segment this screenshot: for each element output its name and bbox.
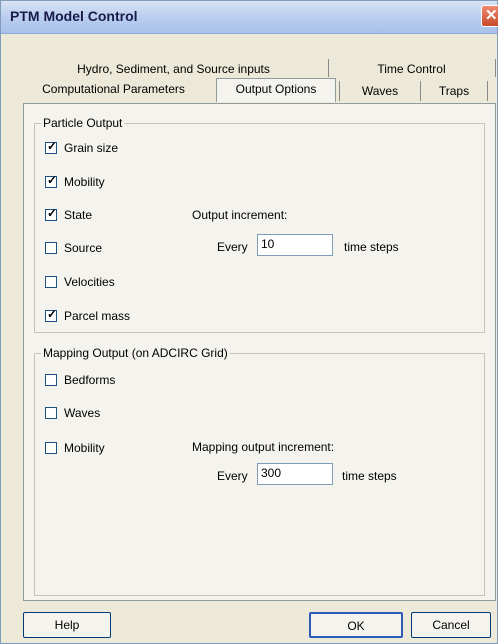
mapping-increment-input[interactable]: 300 <box>257 463 333 485</box>
output-increment-input[interactable]: 10 <box>257 234 333 256</box>
tab-separator <box>487 81 488 101</box>
mapping-every-label: Every <box>217 469 248 483</box>
mapping-increment-label: Mapping output increment: <box>192 440 335 454</box>
ptm-model-control-window: PTM Model Control ✕ Hydro, Sediment, and… <box>0 0 498 644</box>
mapping-waves-label: Waves <box>64 406 101 420</box>
window-title: PTM Model Control <box>10 8 138 24</box>
tab-waves[interactable]: Waves <box>343 81 417 101</box>
mobility-label: Mobility <box>64 175 105 189</box>
tab-separator <box>339 81 340 101</box>
particle-output-title: Particle Output <box>41 116 125 130</box>
mapping-mobility-label: Mobility <box>64 441 105 455</box>
output-time-steps-label: time steps <box>344 240 399 254</box>
tab-separator <box>495 59 496 77</box>
parcel-mass-label: Parcel mass <box>64 309 131 323</box>
source-label: Source <box>64 241 103 255</box>
check-icon: ✓ <box>47 307 58 321</box>
mapping-time-steps-label: time steps <box>342 469 397 483</box>
grain-size-label: Grain size <box>64 141 119 155</box>
tab-hydro-sediment-source-inputs[interactable]: Hydro, Sediment, and Source inputs <box>61 59 286 79</box>
state-label: State <box>64 208 93 222</box>
check-icon: ✓ <box>47 206 58 220</box>
close-button[interactable]: ✕ <box>481 5 498 27</box>
parcel-mass-checkbox[interactable]: ✓ <box>45 307 58 322</box>
bedforms-label: Bedforms <box>64 373 116 387</box>
help-button[interactable]: Help <box>23 612 111 638</box>
mobility-checkbox[interactable]: ✓ <box>45 173 58 188</box>
title-bar: PTM Model Control ✕ <box>1 1 498 34</box>
output-increment-label: Output increment: <box>192 208 288 222</box>
close-icon: ✕ <box>485 7 498 24</box>
tab-separator <box>328 59 329 77</box>
grain-size-checkbox[interactable]: ✓ <box>45 139 58 154</box>
velocities-label: Velocities <box>64 275 115 289</box>
tab-traps[interactable]: Traps <box>423 81 485 101</box>
mapping-mobility-checkbox[interactable] <box>45 442 57 454</box>
state-checkbox[interactable]: ✓ <box>45 206 58 221</box>
bedforms-checkbox[interactable] <box>45 374 57 386</box>
tab-separator <box>420 81 421 101</box>
tab-computational-parameters[interactable]: Computational Parameters <box>31 79 196 99</box>
check-icon: ✓ <box>47 173 58 187</box>
tab-time-control[interactable]: Time Control <box>359 59 464 79</box>
tab-output-options[interactable]: Output Options <box>216 78 336 102</box>
mapping-waves-checkbox[interactable] <box>45 407 57 419</box>
source-checkbox[interactable] <box>45 242 57 254</box>
check-icon: ✓ <box>47 139 58 153</box>
mapping-output-title: Mapping Output (on ADCIRC Grid) <box>41 346 230 360</box>
ok-button[interactable]: OK <box>309 612 403 638</box>
cancel-button[interactable]: Cancel <box>411 612 491 638</box>
velocities-checkbox[interactable] <box>45 276 57 288</box>
output-every-label: Every <box>217 240 248 254</box>
